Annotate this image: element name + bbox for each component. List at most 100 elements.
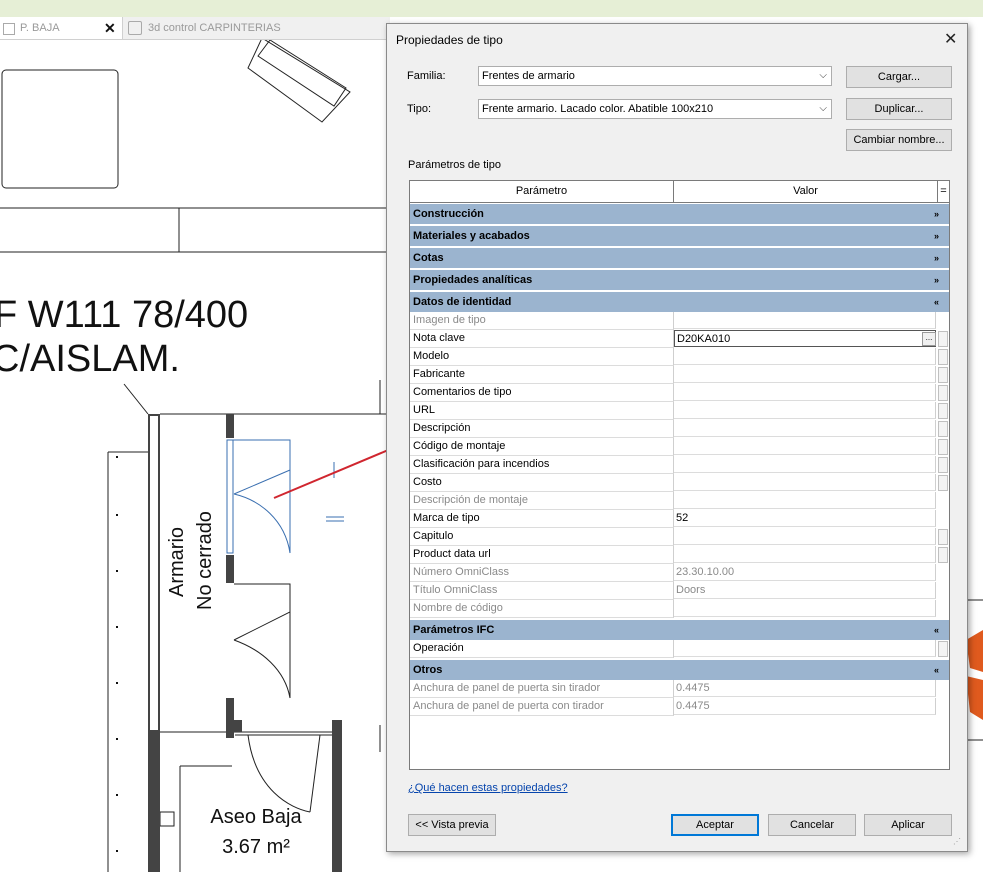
param-row[interactable]: Número OmniClass 23.30.10.00 xyxy=(410,564,949,582)
group-row-identidad[interactable]: Datos de identidad « xyxy=(410,292,949,312)
param-side-button[interactable] xyxy=(938,547,948,563)
param-row[interactable]: Operación xyxy=(410,640,949,658)
param-value[interactable] xyxy=(674,456,936,473)
param-side-button[interactable] xyxy=(938,421,948,437)
param-value[interactable] xyxy=(674,640,936,657)
group-label: Otros xyxy=(413,664,443,676)
column-header-value[interactable]: Valor xyxy=(674,181,938,202)
preview-button[interactable]: << Vista previa xyxy=(408,814,496,836)
param-side-button[interactable] xyxy=(938,331,948,347)
column-header-formula[interactable]: = xyxy=(938,181,949,202)
type-parameters-title: Parámetros de tipo xyxy=(408,159,501,171)
tab-3d-control[interactable]: 3d control CARPINTERIAS xyxy=(126,17,386,39)
param-name: Título OmniClass xyxy=(410,582,674,600)
param-side-button[interactable] xyxy=(938,403,948,419)
param-value[interactable]: 52 xyxy=(674,510,936,527)
family-select[interactable]: Frentes de armario ⌵ xyxy=(478,66,832,86)
param-side-button[interactable] xyxy=(938,529,948,545)
group-label: Construcción xyxy=(413,208,484,220)
param-value[interactable] xyxy=(674,528,936,545)
param-row[interactable]: Comentarios de tipo xyxy=(410,384,949,402)
param-name: Operación xyxy=(410,640,674,658)
param-row[interactable]: Anchura de panel de puerta con tirador 0.… xyxy=(410,698,949,716)
param-row[interactable]: Descripción de montaje xyxy=(410,492,949,510)
group-row-construccion[interactable]: Construcción » xyxy=(410,204,949,224)
group-row-ifc[interactable]: Parámetros IFC « xyxy=(410,620,949,640)
param-row[interactable]: Costo xyxy=(410,474,949,492)
chevron-down-icon: ⌵ xyxy=(819,70,827,81)
param-value[interactable] xyxy=(674,474,936,491)
close-tab-icon[interactable]: ✕ xyxy=(104,17,116,39)
param-side-button[interactable] xyxy=(938,475,948,491)
ok-button[interactable]: Aceptar xyxy=(671,814,759,836)
param-value-input[interactable]: D20KA010 xyxy=(674,330,936,347)
param-row[interactable]: Imagen de tipo xyxy=(410,312,949,330)
param-side-button[interactable] xyxy=(938,385,948,401)
param-name: Número OmniClass xyxy=(410,564,674,582)
browse-button[interactable]: ... xyxy=(922,332,936,346)
param-name: Marca de tipo xyxy=(410,510,674,528)
dialog-title: Propiedades de tipo xyxy=(396,33,503,47)
param-value[interactable] xyxy=(674,546,936,563)
param-row[interactable]: Código de montaje xyxy=(410,438,949,456)
param-row[interactable]: Nombre de código xyxy=(410,600,949,618)
help-link[interactable]: ¿Qué hacen estas propiedades? xyxy=(408,782,568,794)
group-row-materiales[interactable]: Materiales y acabados » xyxy=(410,226,949,246)
close-icon[interactable]: ✕ xyxy=(944,29,957,49)
param-side-button[interactable] xyxy=(938,641,948,657)
param-row[interactable]: Descripción xyxy=(410,420,949,438)
param-side-button[interactable] xyxy=(938,439,948,455)
param-name: Capitulo xyxy=(410,528,674,546)
expand-icon: » xyxy=(934,253,940,263)
param-value[interactable] xyxy=(674,402,936,419)
param-name: URL xyxy=(410,402,674,420)
tab-p-baja[interactable]: P. BAJA ✕ xyxy=(0,17,123,39)
type-select[interactable]: Frente armario. Lacado color. Abatible 1… xyxy=(478,99,832,119)
param-value[interactable] xyxy=(674,384,936,401)
group-row-otros[interactable]: Otros « xyxy=(410,660,949,680)
param-side-button[interactable] xyxy=(938,349,948,365)
group-label: Datos de identidad xyxy=(413,296,512,308)
param-name: Descripción de montaje xyxy=(410,492,674,510)
param-value xyxy=(674,600,936,617)
type-properties-dialog: Propiedades de tipo ✕ Familia: Frentes d… xyxy=(386,23,968,852)
param-row-nota-clave[interactable]: Nota clave D20KA010... xyxy=(410,330,949,348)
param-row[interactable]: Marca de tipo 52 xyxy=(410,510,949,528)
column-header-parameter[interactable]: Parámetro xyxy=(410,181,674,202)
load-button[interactable]: Cargar... xyxy=(846,66,952,88)
param-row[interactable]: Product data url xyxy=(410,546,949,564)
param-name: Comentarios de tipo xyxy=(410,384,674,402)
room-name: Aseo Baja xyxy=(210,806,302,828)
rename-button[interactable]: Cambiar nombre... xyxy=(846,129,952,151)
param-value[interactable] xyxy=(674,420,936,437)
param-value[interactable] xyxy=(674,366,936,383)
param-value[interactable] xyxy=(674,348,936,365)
room-label-no-cerrado: No cerrado xyxy=(194,511,216,610)
group-label: Parámetros IFC xyxy=(413,624,495,636)
top-strip xyxy=(0,0,983,17)
resize-grip-icon[interactable]: ⋰ xyxy=(953,837,961,846)
param-value[interactable] xyxy=(674,438,936,455)
param-name: Clasificación para incendios xyxy=(410,456,674,474)
param-side-button[interactable] xyxy=(938,457,948,473)
param-value: 0.4475 xyxy=(674,680,936,697)
plan-view-icon xyxy=(3,23,15,35)
family-value: Frentes de armario xyxy=(482,70,575,82)
param-row[interactable]: Fabricante xyxy=(410,366,949,384)
type-label: Tipo: xyxy=(407,103,432,115)
param-row[interactable]: Capitulo xyxy=(410,528,949,546)
group-row-analiticas[interactable]: Propiedades analíticas » xyxy=(410,270,949,290)
param-row[interactable]: Anchura de panel de puerta sin tirador 0.… xyxy=(410,680,949,698)
duplicate-button[interactable]: Duplicar... xyxy=(846,98,952,120)
collapse-icon: « xyxy=(934,297,940,307)
param-name: Anchura de panel de puerta con tirador xyxy=(410,698,674,716)
group-row-cotas[interactable]: Cotas » xyxy=(410,248,949,268)
param-value xyxy=(674,492,936,509)
param-side-button[interactable] xyxy=(938,367,948,383)
param-row[interactable]: Clasificación para incendios xyxy=(410,456,949,474)
cancel-button[interactable]: Cancelar xyxy=(768,814,856,836)
param-row[interactable]: Modelo xyxy=(410,348,949,366)
param-row[interactable]: URL xyxy=(410,402,949,420)
param-row[interactable]: Título OmniClass Doors xyxy=(410,582,949,600)
apply-button[interactable]: Aplicar xyxy=(864,814,952,836)
